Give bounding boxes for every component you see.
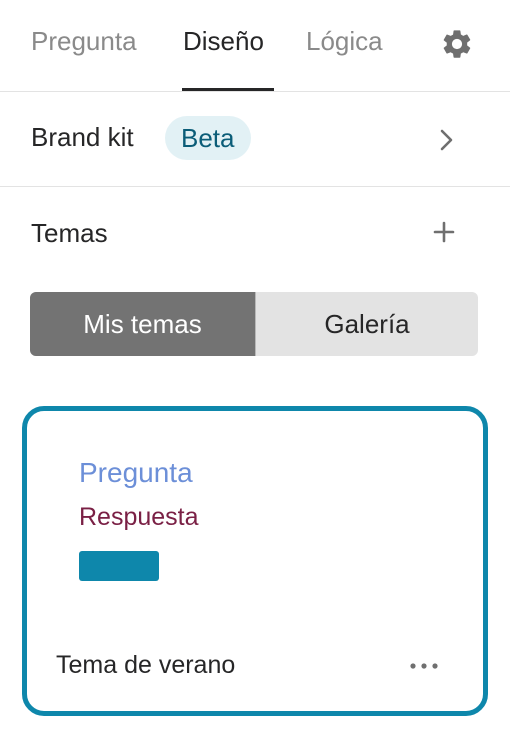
plus-icon[interactable] xyxy=(432,220,456,244)
design-panel-tabs: Pregunta Diseño Lógica xyxy=(0,0,510,92)
brand-kit-row[interactable]: Brand kit Beta xyxy=(0,92,510,187)
themes-segmented-control: Mis temas Galería xyxy=(30,292,478,356)
gear-icon[interactable] xyxy=(440,27,474,61)
theme-name: Tema de verano xyxy=(56,651,236,679)
themes-heading: Temas xyxy=(31,218,108,248)
theme-card[interactable]: Pregunta Respuesta Tema de verano xyxy=(22,406,488,716)
tab-diseno[interactable]: Diseño xyxy=(183,26,264,57)
theme-preview-answer: Respuesta xyxy=(79,503,199,531)
brand-kit-label: Brand kit xyxy=(31,122,134,152)
active-tab-indicator xyxy=(182,88,274,91)
beta-badge: Beta xyxy=(165,116,251,160)
tab-pregunta[interactable]: Pregunta xyxy=(31,26,137,57)
chevron-right-icon[interactable] xyxy=(436,128,456,152)
tab-logica[interactable]: Lógica xyxy=(306,26,383,57)
theme-preview-button-swatch xyxy=(79,551,159,581)
theme-preview-question: Pregunta xyxy=(79,457,193,488)
more-horizontal-icon[interactable] xyxy=(409,661,439,671)
segment-mis-temas[interactable]: Mis temas xyxy=(30,292,255,356)
segment-galeria[interactable]: Galería xyxy=(256,292,478,356)
